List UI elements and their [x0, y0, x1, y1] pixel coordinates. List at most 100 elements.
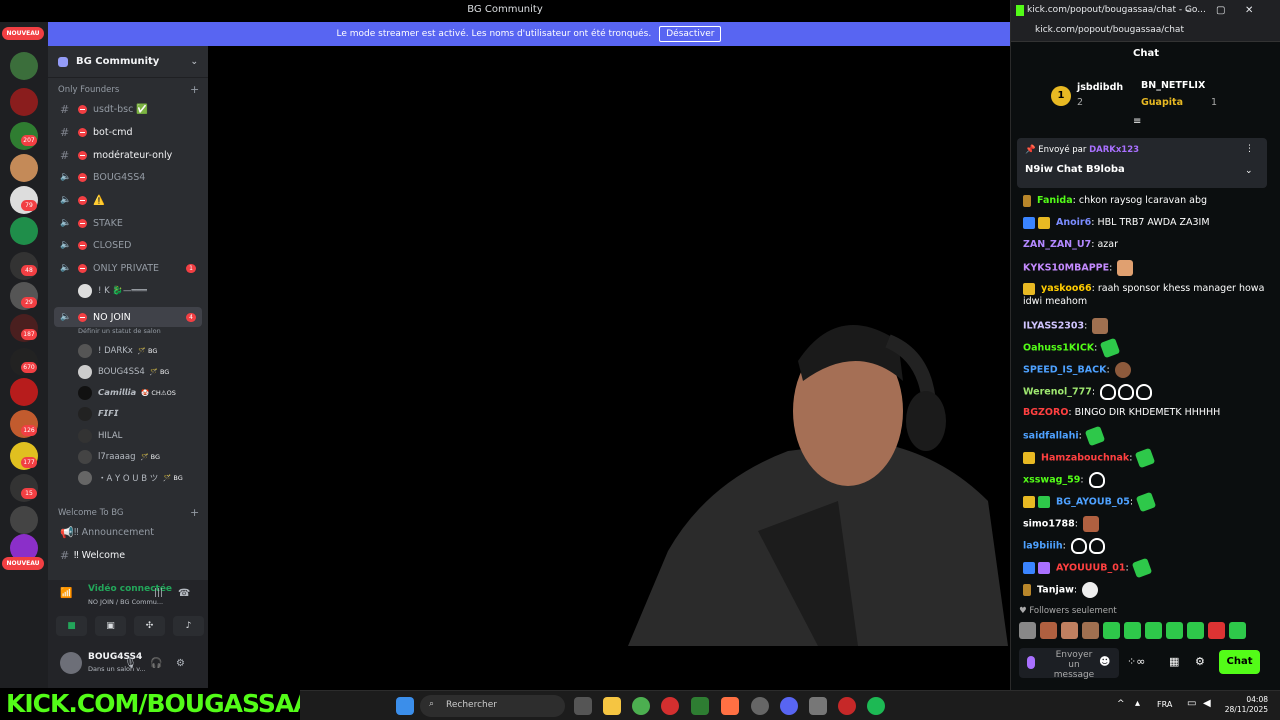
collapse-icon[interactable]: ≡ — [1133, 116, 1141, 127]
chat-username[interactable]: xsswag_59 — [1023, 475, 1080, 486]
channel-no-join[interactable]: 🔈 NO JOIN 4 — [54, 307, 202, 327]
chat-username[interactable]: ZAN_ZAN_U7 — [1023, 239, 1091, 250]
chat-username[interactable]: BGZORO — [1023, 407, 1068, 418]
chat-message[interactable]: Hamzabouchnak: — [1023, 447, 1273, 469]
avatar[interactable] — [60, 652, 82, 674]
chat-message[interactable]: ZAN_ZAN_U7: azar — [1023, 238, 1273, 251]
obs-icon[interactable] — [751, 697, 769, 715]
emote-icon[interactable] — [1166, 622, 1183, 639]
chat-message[interactable]: simo1788: — [1023, 516, 1273, 532]
chevron-down-icon[interactable]: ⌄ — [1245, 166, 1253, 176]
emote-icon[interactable] — [1082, 622, 1099, 639]
gear-icon[interactable]: ⚙ — [176, 658, 185, 669]
chat-message[interactable]: KYKS10MBAPPE: — [1023, 260, 1273, 276]
leaderboard-name[interactable]: BN_NETFLIX — [1141, 80, 1205, 91]
add-channel-icon[interactable]: + — [190, 506, 199, 519]
chat-message[interactable]: Oahuss1KICK: — [1023, 337, 1273, 359]
emote-icon[interactable] — [1145, 622, 1162, 639]
chat-message[interactable]: BGZORO: BINGO DIR KHDEMETK HHHHH — [1023, 406, 1273, 419]
channel-closed[interactable]: 🔈 CLOSED — [54, 235, 202, 255]
send-chat-button[interactable]: Chat — [1219, 650, 1260, 674]
windows-start-icon[interactable] — [396, 697, 414, 715]
spotify-icon[interactable] — [867, 697, 885, 715]
voice-member[interactable]: 𝘾𝙖𝙢𝙞𝙡𝙡𝙞𝙖 🤡 CH⚠OS — [78, 384, 176, 402]
noise-suppression-icon[interactable]: ||| — [154, 588, 163, 598]
chat-message[interactable]: BG_AYOUB_05: — [1023, 491, 1273, 513]
video-stream[interactable] — [208, 46, 1010, 646]
volume-icon[interactable]: ◀ — [1203, 698, 1211, 709]
emote-icon[interactable] — [1208, 622, 1225, 639]
channel-moderateur-only[interactable]: # modérateur-only — [54, 145, 202, 165]
chat-username[interactable]: Anoir6 — [1056, 217, 1091, 228]
file-explorer-icon[interactable] — [603, 697, 621, 715]
tray-icon[interactable]: ▴ — [1135, 698, 1140, 709]
camera-button[interactable]: ■ — [56, 616, 87, 636]
maximize-icon[interactable]: ▢ — [1216, 5, 1225, 16]
voice-member[interactable]: l7raaaag 🪄 BG — [78, 448, 160, 466]
headphones-icon[interactable]: 🎧 — [150, 658, 162, 669]
chat-username[interactable]: la9biiih — [1023, 541, 1063, 552]
chrome-icon[interactable] — [632, 697, 650, 715]
chat-message[interactable]: yaskoo66: raah sponsor khess manager how… — [1023, 282, 1273, 308]
chat-username[interactable]: Werenol_777 — [1023, 387, 1092, 398]
opera-icon[interactable] — [661, 697, 679, 715]
chat-message[interactable]: ILYASS2303: — [1023, 318, 1273, 334]
chat-username[interactable]: Tanjaw — [1037, 585, 1074, 596]
chat-message[interactable]: xsswag_59: — [1023, 472, 1273, 488]
leaderboard-name[interactable]: Guapita — [1141, 97, 1183, 108]
chat-username[interactable]: saidfallahi — [1023, 431, 1079, 442]
soundboard-button[interactable]: ♪ — [173, 616, 204, 636]
emote-icon[interactable] — [1040, 622, 1057, 639]
channel-usdt-bsc[interactable]: # usdt-bsc ✅ — [54, 99, 202, 119]
taskbar-search[interactable]: ⌕ Rechercher — [420, 695, 565, 717]
gear-icon[interactable]: ⚙ — [1195, 655, 1205, 668]
network-icon[interactable]: ▭ — [1187, 698, 1196, 709]
close-icon[interactable]: ✕ — [1245, 5, 1253, 16]
activities-button[interactable]: ✣ — [134, 616, 165, 636]
minimize-icon[interactable]: – — [1185, 5, 1190, 16]
voice-member[interactable]: ! DARKx 🪄 BG — [78, 342, 157, 360]
chevron-down-icon[interactable]: ⌄ — [190, 57, 198, 67]
category-welcome[interactable]: Welcome To BG + — [58, 506, 199, 519]
channel-boug4ss4[interactable]: 🔈 BOUG4SS4 — [54, 167, 202, 187]
server-header[interactable]: BG Community ⌄ — [48, 46, 208, 78]
emote-icon[interactable] — [1061, 622, 1078, 639]
emote-icon[interactable] — [1019, 622, 1036, 639]
screen-share-button[interactable]: ▣ — [95, 616, 126, 636]
app-icon[interactable] — [838, 697, 856, 715]
chat-message[interactable]: la9biiih: — [1023, 538, 1273, 554]
chat-username[interactable]: KYKS10MBAPPE — [1023, 263, 1109, 274]
app-icon[interactable] — [721, 697, 739, 715]
emote-icon[interactable] — [1124, 622, 1141, 639]
server-icon[interactable] — [10, 506, 38, 534]
chat-message[interactable]: AYOUUUB_01: — [1023, 557, 1273, 579]
chat-username[interactable]: yaskoo66 — [1041, 283, 1092, 294]
channel-status-prompt[interactable]: Définir un statut de salon — [78, 327, 161, 335]
emote-picker-icon[interactable]: ⁘∞ — [1127, 655, 1145, 668]
microphone-icon[interactable] — [1027, 656, 1035, 669]
leaderboard-name[interactable]: jsbdibdh — [1077, 82, 1123, 93]
chat-message-input[interactable]: Envoyer un message ☻ — [1019, 648, 1119, 680]
app-icon[interactable] — [691, 697, 709, 715]
disable-streamer-mode-button[interactable]: Désactiver — [659, 26, 722, 42]
emoji-icon[interactable]: ☻ — [1099, 655, 1110, 668]
app-icon[interactable] — [809, 697, 827, 715]
chat-username[interactable]: AYOUUUB_01 — [1056, 563, 1125, 574]
disconnect-icon[interactable]: ☎ — [178, 588, 190, 599]
chevron-up-icon[interactable]: ^ — [1117, 699, 1125, 709]
chat-message[interactable]: SPEED_IS_BACK: — [1023, 362, 1273, 378]
chat-username[interactable]: ILYASS2303 — [1023, 321, 1084, 332]
chat-username[interactable]: simo1788 — [1023, 519, 1075, 530]
channel-announcement[interactable]: 📢 ‼ Announcement — [54, 522, 202, 542]
chat-username[interactable]: SPEED_IS_BACK — [1023, 365, 1106, 376]
emote-icon[interactable] — [1229, 622, 1246, 639]
chat-username[interactable]: Fanida — [1037, 195, 1073, 206]
voice-member[interactable]: BOUG4SS4 🪄 BG — [78, 363, 169, 381]
voice-member[interactable]: ! K 🐉—═══ — [78, 282, 147, 300]
category-only-founders[interactable]: Only Founders + — [58, 83, 199, 96]
chat-message[interactable]: Fanida: chkon raysog lcaravan abg — [1023, 194, 1273, 207]
server-icon[interactable] — [10, 52, 38, 80]
server-icon[interactable] — [10, 217, 38, 245]
voice-member[interactable]: 𝙁𝙄𝙁𝙄 — [78, 405, 118, 423]
chat-username[interactable]: Oahuss1KICK — [1023, 343, 1094, 354]
